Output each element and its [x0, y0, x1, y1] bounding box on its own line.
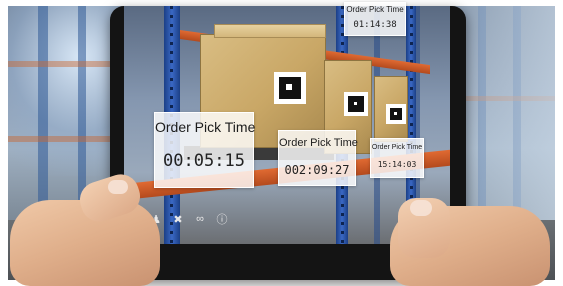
pick-time-title: Order Pick Time — [346, 5, 404, 14]
tools-icon[interactable]: ✖ — [172, 213, 184, 226]
pick-time-label[interactable]: Order Pick Time 15:14:03 — [370, 138, 424, 178]
link-icon[interactable]: ∞ — [194, 213, 206, 225]
ar-marker-icon — [386, 104, 406, 124]
left-thumbnail — [108, 180, 128, 194]
pick-time-value: 15:14:03 — [377, 160, 417, 169]
pick-time-label[interactable]: Order Pick Time 002:09:27 — [278, 130, 358, 186]
pick-time-label[interactable]: Order Pick Time 00:05:15 — [154, 112, 256, 188]
pick-time-label[interactable]: Order Pick Time 01:14:38 — [344, 2, 406, 36]
info-icon[interactable]: ⓘ — [216, 213, 228, 226]
ar-marker-icon — [274, 72, 306, 104]
pick-time-title: Order Pick Time — [279, 137, 358, 149]
background-rack-beam — [8, 61, 118, 67]
background-rack-beam — [8, 136, 118, 142]
ar-marker-icon — [344, 92, 368, 116]
pick-time-title: Order Pick Time — [155, 119, 256, 135]
pick-time-value: 00:05:15 — [163, 151, 245, 171]
pick-time-title: Order Pick Time — [371, 144, 423, 151]
right-thumbnail — [410, 200, 432, 216]
pick-time-value: 002:09:27 — [284, 163, 350, 177]
cardboard-box-top — [214, 24, 326, 38]
pick-time-value: 01:14:38 — [353, 20, 397, 30]
